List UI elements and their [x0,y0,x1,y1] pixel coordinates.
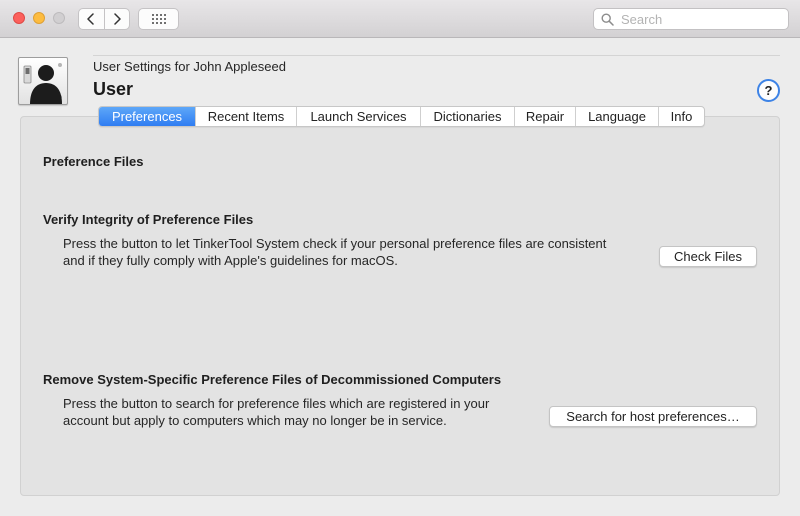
back-button[interactable] [79,9,104,29]
grid-icon [151,14,166,24]
tab-recent-items[interactable]: Recent Items [195,107,296,126]
verify-description-line: and if they fully comply with Apple's gu… [63,253,398,268]
close-window-button[interactable] [13,12,25,24]
remove-description-line: account but apply to computers which may… [63,413,447,428]
chevron-right-icon [114,13,121,25]
tab-launch-services[interactable]: Launch Services [296,107,420,126]
remove-description-line: Press the button to search for preferenc… [63,396,490,411]
help-button[interactable]: ? [757,79,780,102]
tab-info[interactable]: Info [658,107,704,126]
show-all-button[interactable] [138,8,179,30]
content-panel [20,116,780,496]
section-title-verify-integrity: Verify Integrity of Preference Files [43,212,254,227]
tab-dictionaries[interactable]: Dictionaries [420,107,514,126]
tab-language[interactable]: Language [575,107,658,126]
search-field[interactable] [593,8,789,30]
tab-preferences[interactable]: Preferences [99,107,195,126]
toolbar [0,0,800,38]
minimize-window-button[interactable] [33,12,45,24]
search-input[interactable] [619,10,783,28]
page-title: User [93,79,134,99]
section-title-remove-host-preferences: Remove System-Specific Preference Files … [43,372,502,387]
tab-bar: Preferences Recent Items Launch Services… [98,106,705,127]
header-divider [93,55,780,56]
check-files-button[interactable]: Check Files [659,246,757,267]
navigation-buttons [78,8,130,30]
tab-repair[interactable]: Repair [514,107,575,126]
verify-description: Press the button to let TinkerTool Syste… [63,235,606,269]
window: User Settings for John Appleseed User ? … [0,0,800,516]
chevron-left-icon [87,13,94,25]
page-subtitle: User Settings for John Appleseed [93,59,286,74]
remove-description: Press the button to search for preferenc… [63,395,489,429]
section-heading-preference-files: Preference Files [43,154,144,169]
magnifier-icon [601,12,614,26]
forward-button[interactable] [103,9,130,29]
user-silhouette-switch-icon [18,57,68,105]
zoom-window-button [53,12,65,24]
search-host-preferences-button[interactable]: Search for host preferences… [549,406,757,427]
verify-description-line: Press the button to let TinkerTool Syste… [63,236,607,251]
